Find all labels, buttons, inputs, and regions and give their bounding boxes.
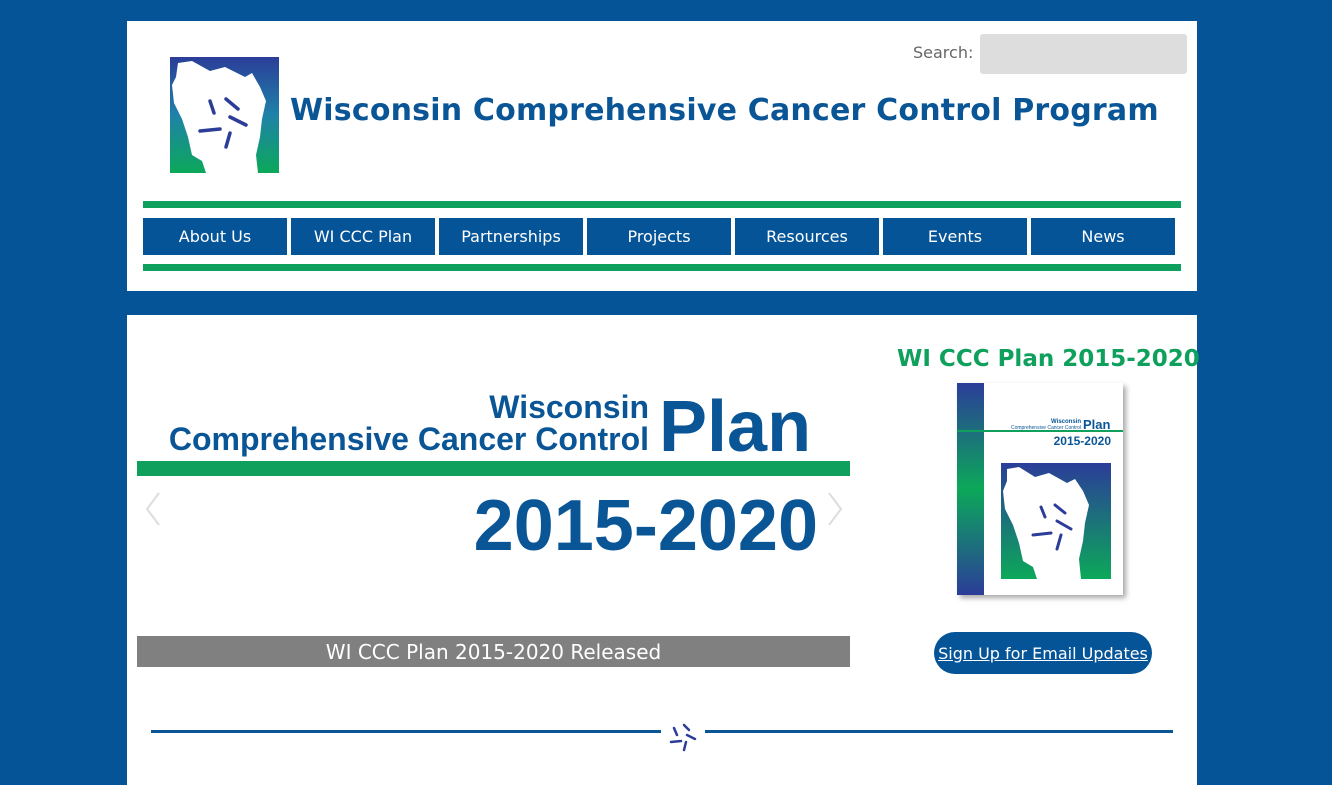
banner-green-bar [137,461,850,476]
plan-banner-image[interactable]: Wisconsin Comprehensive Cancer Control P… [137,375,850,575]
banner-plan-word: Plan [659,387,811,467]
chevron-left-icon[interactable] [143,491,163,527]
nav-top-rule [143,201,1181,208]
nav-item-resources[interactable]: Resources [735,218,879,255]
nav-label: News [1081,227,1125,246]
nav-item-projects[interactable]: Projects [587,218,731,255]
nav-item-events[interactable]: Events [883,218,1027,255]
email-signup-button[interactable]: Sign Up for Email Updates [934,632,1152,674]
section-divider-right [705,730,1173,733]
ribbon-sparks-icon [669,723,697,752]
site-title[interactable]: Wisconsin Comprehensive Cancer Control P… [290,93,1159,128]
nav-label: Resources [766,227,848,246]
banner-line1: Wisconsin [489,389,649,425]
main-nav: About Us WI CCC Plan Partnerships Projec… [143,218,1175,255]
image-slider: Wisconsin Comprehensive Cancer Control P… [137,315,850,667]
plan-cover-image[interactable]: Wisconsin Comprehensive Cancer Control P… [957,383,1123,595]
search-input[interactable] [980,34,1187,74]
sidebar-title: WI CCC Plan 2015-2020 [897,346,1200,372]
banner-line2: Comprehensive Cancer Control [169,421,649,457]
main-content: Wisconsin Comprehensive Cancer Control P… [127,315,1200,785]
nav-item-partnerships[interactable]: Partnerships [439,218,583,255]
cover-plan-word: Plan [1083,417,1111,432]
nav-item-news[interactable]: News [1031,218,1175,255]
cover-years: 2015-2020 [1054,434,1112,448]
nav-item-wi-ccc-plan[interactable]: WI CCC Plan [291,218,435,255]
chevron-right-icon[interactable] [825,491,845,527]
section-divider-left [151,730,661,733]
site-header: Wisconsin Comprehensive Cancer Control P… [127,21,1197,291]
nav-label: Projects [627,227,691,246]
nav-label: Partnerships [461,227,561,246]
nav-item-about-us[interactable]: About Us [143,218,287,255]
banner-years: 2015-2020 [474,486,818,566]
slide-caption[interactable]: WI CCC Plan 2015-2020 Released [137,636,850,667]
nav-label: About Us [178,227,252,246]
nav-bottom-rule [143,264,1181,271]
wisconsin-map-logo-icon[interactable] [170,57,279,173]
nav-label: WI CCC Plan [313,227,413,246]
nav-label: Events [927,227,983,246]
search-label: Search: [913,43,974,62]
